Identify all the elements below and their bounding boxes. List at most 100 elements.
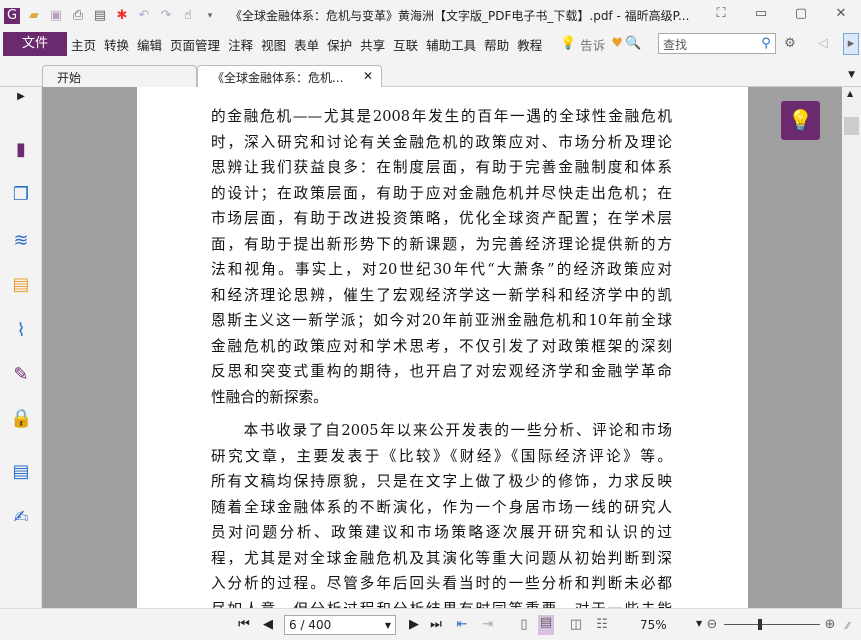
folder-search-icon[interactable]: 🔍 (625, 36, 641, 52)
vertical-scrollbar[interactable]: ▲ (842, 87, 861, 608)
expand-panel-icon[interactable]: ▶ (10, 91, 32, 113)
text-line: 研究文章，主要发表于《比较》《财经》《国际经济评论》等。 (211, 447, 672, 465)
undo-icon[interactable]: ↶ (136, 8, 152, 24)
menu-comment[interactable]: 注释 (224, 35, 257, 54)
properties-icon[interactable]: ▤ (92, 8, 108, 24)
security-lock-icon[interactable]: 🔒 (10, 408, 32, 430)
previous-view-icon[interactable]: ⇤ (454, 617, 470, 633)
text-line: 员对问题分析、政策建议和市场策略逐次展开研究和认识的过 (211, 524, 672, 541)
zoom-dropdown-icon[interactable]: ▼ (696, 619, 702, 628)
zoom-in-icon[interactable]: ⊕ (822, 617, 838, 633)
text-line: 反思和突变式重构的期待，也开启了对宏观经济学和金融学革命 (211, 363, 672, 380)
scrollbar-thumb[interactable] (844, 117, 859, 135)
save-icon[interactable]: ▣ (48, 8, 64, 24)
zoom-slider[interactable] (724, 619, 820, 630)
resize-grip-icon[interactable]: ⁄⁄ (846, 621, 849, 632)
customize-dropdown-icon[interactable]: ▾ (202, 8, 218, 24)
tip-lightbulb-button[interactable]: 💡 (781, 101, 820, 140)
open-icon[interactable]: ▰ (26, 8, 42, 24)
text-line: 程，尤其是对全球金融危机及其演化等重大问题从初始判断到深 (211, 549, 672, 567)
comments-icon[interactable]: ▤ (10, 274, 32, 296)
redo-icon[interactable]: ↷ (158, 8, 174, 24)
app-logo-icon: G (4, 7, 20, 24)
text-line: 法和视角。事实上，对20世纪30年代“大萧条”的经济政策应对 (211, 261, 672, 278)
signature-icon[interactable]: ✎ (10, 364, 32, 386)
next-page-icon[interactable]: ▶ (406, 617, 422, 633)
title-bar: G ▰ ▣ ⎙ ▤ ✱ ↶ ↷ ☝ ▾ 《全球金融体系：危机与变革》黄海洲【文字… (0, 0, 861, 31)
search-icon[interactable]: ⚲ (758, 36, 774, 52)
text-line: 性融合的新探索。 (211, 388, 328, 406)
text-line: 时，深入研究和讨论有关金融危机的政策应对、市场分析及理论 (211, 133, 672, 151)
menu-tutorial[interactable]: 教程 (513, 35, 546, 54)
layers-icon[interactable]: ≋ (10, 230, 32, 252)
menu-convert[interactable]: 转换 (100, 35, 133, 54)
page-dropdown-icon[interactable]: ▼ (385, 621, 391, 630)
menu-form[interactable]: 表单 (290, 35, 323, 54)
certificate-icon[interactable]: ✍ (10, 507, 32, 529)
status-bar: ⏮ ◀ 6 / 400 ▼ ▶ ⏭ ⇤ ⇥ ▯ ▤ ◫ ☷ 75% ▼ ⊖ ⊕ ⁄… (0, 608, 861, 640)
left-sidebar: ▶ ▮ ❐ ≋ ▤ ⌇ ✎ 🔒 ▤ ✍ (0, 87, 42, 608)
pages-icon[interactable]: ❐ (10, 184, 32, 206)
menu-share[interactable]: 共享 (356, 35, 389, 54)
new-icon[interactable]: ✱ (114, 8, 130, 24)
continuous-facing-icon[interactable]: ☷ (594, 617, 610, 633)
page-number-input[interactable]: 6 / 400 ▼ (284, 615, 396, 635)
tab-document[interactable]: 《全球金融体系：危机... ✕ (197, 65, 382, 87)
document-view: 的金融危机——尤其是2008年发生的百年一遇的全球性金融危机 时，深入研究和讨论有… (42, 87, 842, 608)
bookmark-icon[interactable]: ▮ (10, 139, 32, 161)
text-line: 面，有助于提出新形势下的新课题，为完善经济理论提供新的方 (211, 235, 672, 253)
settings-icon[interactable]: ⚙ (782, 36, 798, 52)
prev-page-icon[interactable]: ◀ (260, 617, 276, 633)
menu-page-manage[interactable]: 页面管理 (166, 35, 224, 54)
text-line: 金融危机的政策应对和学术思考，不仅引发了对政策框架的深刻 (211, 337, 672, 355)
print-icon[interactable]: ⎙ (70, 8, 86, 24)
menu-protect[interactable]: 保护 (323, 35, 356, 54)
ribbon-left-icon[interactable]: ◁ (815, 36, 831, 52)
scroll-up-icon[interactable]: ▲ (847, 89, 853, 98)
heart-icon[interactable]: ♥ (609, 36, 625, 52)
text-line: 和经济理论思辨，催生了宏观经济学这一新学科和经济学中的凯 (211, 286, 672, 304)
tab-bar: 开始 《全球金融体系：危机... ✕ ▼ (0, 62, 861, 87)
menu-connect[interactable]: 互联 (389, 35, 422, 54)
text-line: 随着全球金融体系的不断演化，作为一个身居市场一线的研究人 (211, 498, 672, 516)
tab-document-label: 《全球金融体系：危机... (212, 71, 344, 85)
next-view-icon[interactable]: ⇥ (480, 617, 496, 633)
tab-list-dropdown-icon[interactable]: ▼ (848, 70, 855, 80)
menu-help[interactable]: 帮助 (480, 35, 513, 54)
first-page-icon[interactable]: ⏮ (236, 617, 252, 633)
menu-home[interactable]: 主页 (67, 35, 100, 54)
text-line: 恩斯主义这一新学派；如今对20年前亚洲金融危机和10年前全球 (211, 312, 672, 329)
close-tab-icon[interactable]: ✕ (363, 69, 373, 83)
last-page-icon[interactable]: ⏭ (428, 617, 444, 633)
menu-view[interactable]: 视图 (257, 35, 290, 54)
window-title: 《全球金融体系：危机与变革》黄海洲【文字版_PDF电子书_下载】.pdf - 福… (230, 9, 690, 23)
zoom-slider-thumb[interactable] (758, 619, 762, 630)
text-line: 的设计；在政策层面，有助于应对金融危机并尽快走出危机；在 (211, 184, 672, 202)
menu-accessibility[interactable]: 辅助工具 (422, 35, 480, 54)
menu-edit[interactable]: 编辑 (133, 35, 166, 54)
lightbulb-icon[interactable]: 💡 (560, 36, 576, 52)
ribbon-right-icon[interactable]: ▸ (843, 33, 859, 55)
ribbon-menu: 文件 主页 转换 编辑 页面管理 注释 视图 表单 保护 共享 互联 辅助工具 … (0, 31, 861, 57)
pdf-page: 的金融危机——尤其是2008年发生的百年一遇的全球性金融危机 时，深入研究和讨论有… (137, 87, 748, 608)
zoom-out-icon[interactable]: ⊖ (704, 617, 720, 633)
tab-start[interactable]: 开始 (42, 65, 197, 87)
file-menu[interactable]: 文件 (3, 32, 67, 56)
text-line: 思辨让我们获益良多：在制度层面，有助于完善金融制度和体系 (211, 159, 672, 176)
minimize-button[interactable]: ▭ (741, 0, 781, 28)
zoom-level[interactable]: 75% (640, 618, 667, 632)
text-line: 入分析的过程。尽管多年后回头看当时的一些分析和判断未必都 (211, 575, 672, 592)
close-button[interactable]: ✕ (821, 0, 861, 28)
tell-me[interactable]: 告诉 (576, 35, 609, 54)
continuous-page-icon[interactable]: ▤ (538, 615, 554, 635)
attachments-icon[interactable]: ⌇ (10, 320, 32, 342)
text-line: 尽如人意，但分析过程和分析结果有时同等重要。对于一些未能 (211, 598, 672, 609)
text-line: 市场层面，有助于改进投资策略，优化全球资产配置；在学术层 (211, 210, 672, 227)
text-line: 的金融危机——尤其是2008年发生的百年一遇的全球性金融危机 (211, 108, 672, 125)
maximize-button[interactable]: ▢ (781, 0, 821, 28)
fullscreen-icon[interactable]: ⛶ (701, 0, 741, 28)
single-page-icon[interactable]: ▯ (516, 617, 532, 633)
form-fields-icon[interactable]: ▤ (10, 461, 32, 483)
hand-tool-icon[interactable]: ☝ (180, 8, 196, 24)
facing-page-icon[interactable]: ◫ (568, 617, 584, 633)
